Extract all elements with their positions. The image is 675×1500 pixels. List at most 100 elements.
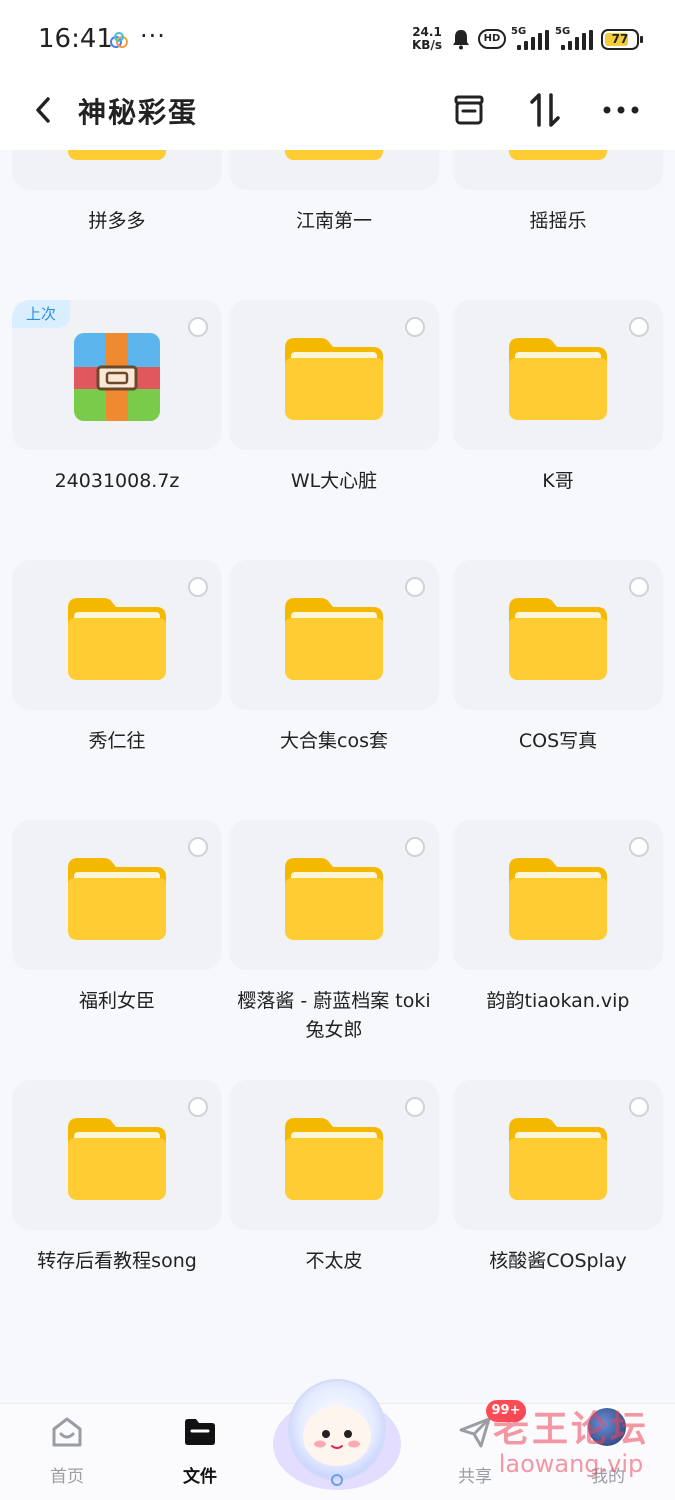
file-name: 福利女臣 (78, 990, 155, 1012)
nav-home[interactable]: 首页 (12, 1404, 122, 1500)
cloud-app-icon (110, 32, 128, 48)
folder-item[interactable]: 摇摇乐 (453, 150, 663, 290)
file-name: K哥 (542, 470, 574, 492)
file-card[interactable] (453, 300, 663, 450)
folder-item[interactable]: 拼多多 (12, 150, 222, 290)
file-card[interactable] (229, 150, 439, 190)
select-radio[interactable] (405, 837, 425, 857)
folder-icon (68, 1118, 166, 1200)
folder-icon (285, 598, 383, 680)
folder-icon (509, 858, 607, 940)
file-card[interactable] (453, 560, 663, 710)
file-card[interactable] (453, 150, 663, 190)
folder-item[interactable]: 转存后看教程song (12, 1080, 222, 1330)
file-card[interactable] (12, 150, 222, 190)
file-name: COS写真 (518, 730, 598, 752)
select-radio[interactable] (629, 1097, 649, 1117)
folder-item[interactable]: 秀仁往 (12, 560, 222, 810)
folder-icon (509, 598, 607, 680)
folder-icon (285, 150, 383, 160)
folder-icon (68, 858, 166, 940)
file-card[interactable] (229, 1080, 439, 1230)
folder-item[interactable]: 大合集cos套 (229, 560, 439, 810)
select-radio[interactable] (188, 577, 208, 597)
select-radio[interactable] (629, 837, 649, 857)
folder-item[interactable]: 樱落酱 - 蔚蓝档案 toki兔女郎 (229, 820, 439, 1070)
archive-box-icon (454, 95, 484, 125)
file-card[interactable] (453, 1080, 663, 1230)
net-speed-unit: KB/s (412, 38, 442, 52)
file-name: 核酸酱COSplay (489, 1250, 627, 1272)
more-icon (603, 106, 639, 114)
file-name: 拼多多 (88, 210, 146, 232)
select-radio[interactable] (188, 317, 208, 337)
folder-icon (68, 150, 166, 160)
back-icon[interactable] (30, 94, 58, 126)
file-name: 江南第一 (295, 210, 372, 232)
more-button[interactable] (599, 88, 643, 132)
bell-icon (453, 30, 469, 50)
nav-files[interactable]: 文件 (145, 1404, 255, 1500)
nav-home-label: 首页 (50, 1467, 84, 1487)
archive-icon (74, 333, 160, 421)
file-card[interactable] (12, 1080, 222, 1230)
folder-icon (185, 1419, 215, 1445)
file-card[interactable] (229, 300, 439, 450)
nav-mine-label: 我的 (591, 1467, 625, 1487)
select-radio[interactable] (629, 577, 649, 597)
folder-item[interactable]: WL大心脏 (229, 300, 439, 550)
home-icon (52, 1417, 82, 1447)
battery-icon: 77 (601, 29, 643, 50)
select-radio[interactable] (405, 317, 425, 337)
select-radio[interactable] (405, 1097, 425, 1117)
folder-item[interactable]: 福利女臣 (12, 820, 222, 1070)
select-radio[interactable] (188, 837, 208, 857)
file-card[interactable] (453, 820, 663, 970)
file-grid: 拼多多 江南第一 摇摇乐 上次 24031008.7z WL大心脏 K哥 秀仁往 … (0, 150, 675, 1403)
folder-icon (285, 858, 383, 940)
last-opened-tag: 上次 (12, 300, 70, 328)
archive-box-button[interactable] (447, 88, 491, 132)
file-name: WL大心脏 (290, 470, 378, 492)
folder-icon (509, 338, 607, 420)
header: 神秘彩蛋 (0, 80, 675, 150)
avatar[interactable] (586, 1406, 628, 1448)
file-name: 樱落酱 - 蔚蓝档案 toki兔女郎 (237, 990, 431, 1041)
folder-item[interactable]: 江南第一 (229, 150, 439, 290)
select-radio[interactable] (405, 577, 425, 597)
file-card[interactable]: 上次 (12, 300, 222, 450)
file-name: 不太皮 (305, 1250, 363, 1272)
file-name: 摇摇乐 (529, 210, 587, 232)
folder-icon (509, 150, 607, 160)
folder-icon (509, 1118, 607, 1200)
share-badge: 99+ (486, 1400, 526, 1422)
folder-item[interactable]: COS写真 (453, 560, 663, 810)
file-card[interactable] (229, 820, 439, 970)
battery-percent: 77 (611, 32, 629, 46)
file-name: 24031008.7z (54, 470, 180, 492)
folder-item[interactable]: 核酸酱COSplay (453, 1080, 663, 1330)
folder-icon (285, 338, 383, 420)
folder-icon (285, 1118, 383, 1200)
file-item[interactable]: 上次 24031008.7z (12, 300, 222, 550)
file-name: 韵韵tiaokan.vip (486, 990, 630, 1012)
select-radio[interactable] (188, 1097, 208, 1117)
folder-item[interactable]: 韵韵tiaokan.vip (453, 820, 663, 1070)
hd-icon: HD (478, 29, 506, 49)
status-time: 16:41 (38, 24, 113, 54)
file-card[interactable] (12, 820, 222, 970)
folder-item[interactable]: K哥 (453, 300, 663, 550)
page-title: 神秘彩蛋 (78, 96, 199, 129)
select-radio[interactable] (629, 317, 649, 337)
file-name: 秀仁往 (88, 730, 146, 752)
file-card[interactable] (12, 560, 222, 710)
nav-files-label: 文件 (183, 1467, 217, 1487)
file-card[interactable] (229, 560, 439, 710)
signal-icon: 5G (511, 26, 549, 50)
folder-item[interactable]: 不太皮 (229, 1080, 439, 1330)
status-bar: 16:41 ··· 24.1 KB/s HD 5G 5G 77 (0, 0, 675, 80)
file-name: 转存后看教程song (37, 1250, 197, 1272)
sort-button[interactable] (523, 88, 567, 132)
mascot-button[interactable] (270, 1368, 404, 1496)
status-more-icon: ··· (140, 22, 166, 50)
